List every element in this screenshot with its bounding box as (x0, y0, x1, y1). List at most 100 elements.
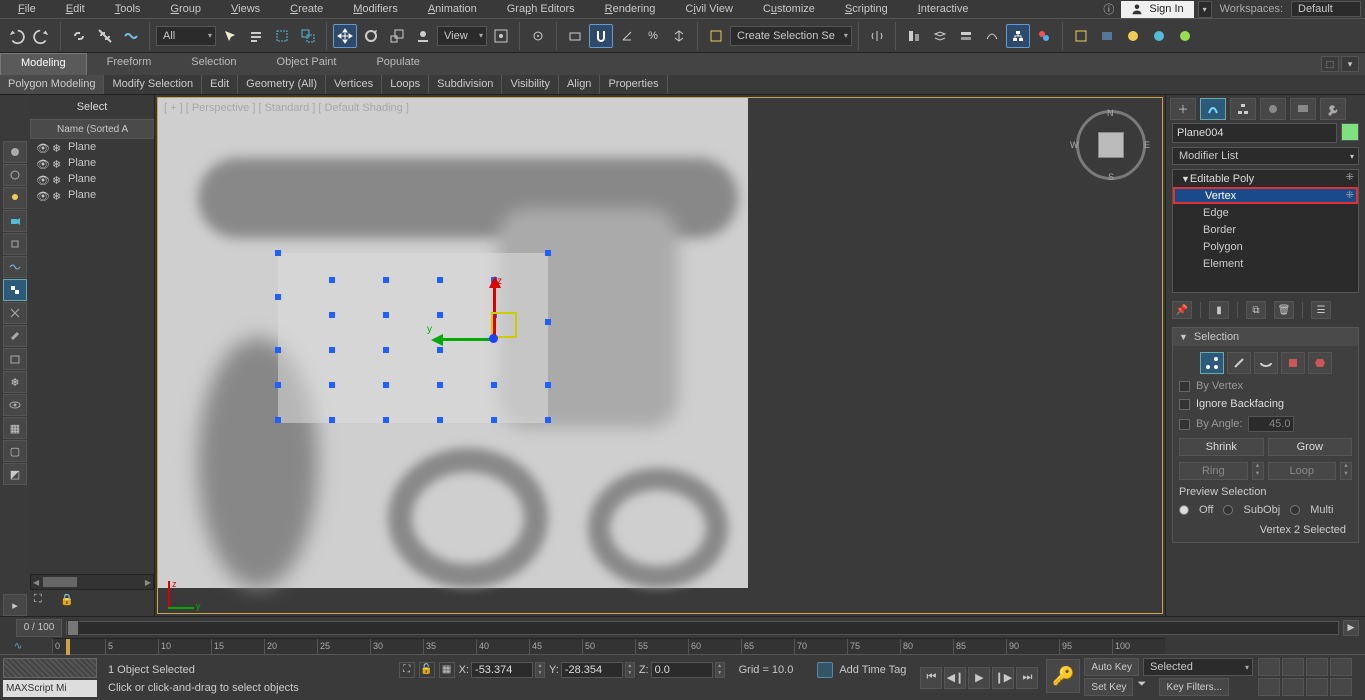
vertex[interactable] (329, 347, 335, 353)
schematic-view-button[interactable] (1006, 24, 1030, 48)
mini-curve-icon[interactable]: ∿ (14, 641, 22, 652)
selection-lock-icon[interactable]: 🔓 (419, 662, 435, 678)
play-button[interactable]: ▶ (968, 667, 990, 689)
ribbon-tab-selection[interactable]: Selection (171, 53, 256, 75)
ribbon-panel-align[interactable]: Align (559, 75, 600, 94)
menu-tools[interactable]: Tools (101, 2, 155, 16)
bind-spacewarp-button[interactable] (119, 24, 143, 48)
menu-rendering[interactable]: Rendering (591, 2, 670, 16)
key-set-dropdown[interactable]: Selected (1143, 658, 1253, 676)
remove-modifier-button[interactable]: 🗑 (1274, 301, 1294, 319)
menu-create[interactable]: Create (276, 2, 337, 16)
set-key-large-button[interactable]: 🔑 (1046, 659, 1080, 693)
vertex[interactable] (491, 382, 497, 388)
add-time-tag-button[interactable]: Add Time Tag (817, 662, 906, 678)
zoom-all-button[interactable] (1306, 658, 1328, 676)
edit-named-sel-button[interactable] (704, 24, 728, 48)
vertex[interactable] (437, 382, 443, 388)
preview-multi-radio[interactable] (1290, 505, 1300, 515)
object-color-swatch[interactable] (1341, 123, 1359, 141)
select-and-scale-button[interactable] (385, 24, 409, 48)
visibility-icon[interactable]: 👁 (36, 158, 46, 168)
freeze-icon[interactable]: ❄ (52, 158, 62, 168)
ribbon-panel-polymodeling[interactable]: Polygon Modeling (0, 75, 104, 94)
viewcube[interactable]: NSWE (1076, 110, 1146, 180)
ignore-backfacing-checkbox[interactable]: Ignore Backfacing (1179, 398, 1352, 410)
z-coord-field[interactable] (651, 662, 713, 678)
pan-button[interactable] (1282, 678, 1304, 696)
material-swatch[interactable] (3, 658, 97, 678)
visibility-icon[interactable]: 👁 (36, 174, 46, 184)
vertex[interactable] (383, 347, 389, 353)
ribbon-panel-modifyselection[interactable]: Modify Selection (104, 75, 202, 94)
vertex[interactable] (383, 277, 389, 283)
vertex[interactable] (275, 294, 281, 300)
visibility-icon[interactable]: 👁 (36, 190, 46, 200)
toggle-ribbon-button[interactable] (954, 24, 978, 48)
filter-xrefs-icon[interactable] (3, 302, 27, 324)
ribbon-tab-modeling[interactable]: Modeling (0, 53, 87, 75)
menu-group[interactable]: Group (156, 2, 215, 16)
make-unique-button[interactable]: ⧉ (1246, 301, 1266, 319)
zoom-extents-button[interactable] (1330, 658, 1352, 676)
menu-animation[interactable]: Animation (414, 2, 491, 16)
z-spinner[interactable]: ▲▼ (715, 662, 725, 678)
list-item[interactable]: 👁❄Plane (30, 155, 154, 171)
pan-view-button[interactable] (1258, 658, 1280, 676)
layer-explorer-button[interactable] (928, 24, 952, 48)
isolate-selection-icon[interactable]: ⛶ (399, 662, 415, 678)
vertex[interactable] (545, 382, 551, 388)
scene-explorer-hscroll[interactable]: ◀▶ (30, 574, 154, 590)
stack-border[interactable]: Border (1173, 221, 1358, 238)
filter-invert-icon[interactable]: ◩ (3, 463, 27, 485)
list-item[interactable]: 👁❄Plane (30, 139, 154, 155)
pin-stack-button[interactable]: 📌 (1172, 301, 1192, 319)
stack-polygon[interactable]: Polygon (1173, 238, 1358, 255)
render-setup-button[interactable] (1069, 24, 1093, 48)
vertex-subobj-button[interactable] (1200, 352, 1224, 374)
vertex[interactable] (329, 277, 335, 283)
goto-start-button[interactable]: ⏮ (920, 667, 942, 689)
ribbon-panel-subdivision[interactable]: Subdivision (429, 75, 502, 94)
key-filters-button[interactable]: Key Filters... (1159, 678, 1229, 696)
ribbon-dropdown-icon[interactable]: ▾ (1341, 56, 1359, 72)
vertex[interactable] (437, 347, 443, 353)
visibility-icon[interactable]: 👁 (36, 142, 46, 152)
filter-containers-icon[interactable] (3, 348, 27, 370)
tab-motion[interactable] (1260, 98, 1286, 120)
frame-indicator[interactable]: 0 / 100 (16, 619, 62, 637)
modifier-list-dropdown[interactable]: Modifier List (1172, 147, 1359, 165)
se-collapse-icon[interactable]: ▸ (3, 594, 27, 616)
menu-civilview[interactable]: Civil View (671, 2, 747, 16)
ribbon-panel-visibility[interactable]: Visibility (502, 75, 559, 94)
ribbon-tab-objectpaint[interactable]: Object Paint (257, 53, 357, 75)
unlink-button[interactable] (93, 24, 117, 48)
menu-grapheditors[interactable]: Graph Editors (493, 2, 589, 16)
ribbon-panel-loops[interactable]: Loops (382, 75, 429, 94)
undo-button[interactable] (4, 24, 28, 48)
snap-toggle-button[interactable] (589, 24, 613, 48)
x-coord-field[interactable] (471, 662, 533, 678)
fov-button[interactable] (1258, 678, 1280, 696)
list-item[interactable]: 👁❄Plane (30, 171, 154, 187)
list-item[interactable]: 👁❄Plane (30, 187, 154, 203)
use-pivot-center-button[interactable] (489, 24, 513, 48)
filter-shapes-icon[interactable] (3, 164, 27, 186)
menu-views[interactable]: Views (217, 2, 274, 16)
stack-vertex[interactable]: Vertex (1173, 187, 1358, 204)
tab-utilities[interactable] (1320, 98, 1346, 120)
vertex[interactable] (275, 250, 281, 256)
se-footer-maximize-icon[interactable]: ⛶ (34, 593, 54, 613)
vertex[interactable] (383, 312, 389, 318)
stack-edge[interactable]: Edge (1173, 204, 1358, 221)
render-activeshade-button[interactable] (1173, 24, 1197, 48)
select-by-name-button[interactable] (244, 24, 268, 48)
vertex[interactable] (329, 382, 335, 388)
keyboard-shortcut-toggle[interactable] (563, 24, 587, 48)
freeze-icon[interactable]: ❄ (52, 142, 62, 152)
scene-explorer-header[interactable]: Name (Sorted A (30, 119, 154, 139)
time-slider-thumb[interactable] (67, 620, 79, 636)
zoom-button[interactable] (1282, 658, 1304, 676)
vertex[interactable] (545, 417, 551, 423)
filter-spacewarps-icon[interactable] (3, 256, 27, 278)
